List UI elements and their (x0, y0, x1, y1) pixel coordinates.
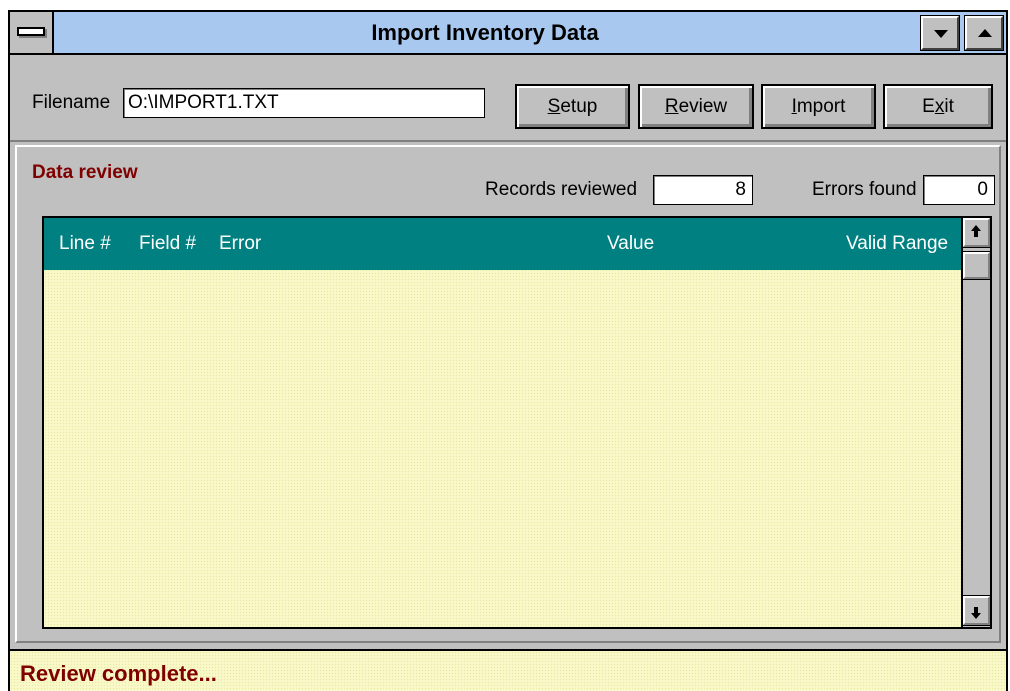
title-bar: Import Inventory Data (10, 12, 1006, 55)
review-mnemonic: R (664, 96, 679, 117)
exit-button[interactable]: Exit (883, 84, 993, 129)
errors-found-value: 0 (923, 175, 995, 205)
scroll-down-button[interactable] (962, 595, 991, 626)
toolbar: Filename Setup Review Import Exit (10, 57, 1006, 142)
maximize-button[interactable] (964, 15, 1004, 51)
review-table[interactable]: Line # Field # Error Value Valid Range (42, 216, 992, 629)
filename-input[interactable] (123, 88, 485, 118)
review-button[interactable]: Review (638, 84, 754, 129)
vertical-scrollbar[interactable] (961, 217, 991, 627)
scroll-up-button[interactable] (962, 217, 991, 248)
column-header-value[interactable]: Value (607, 233, 654, 255)
records-reviewed-value: 8 (653, 175, 753, 205)
column-header-field[interactable]: Field # (139, 233, 196, 255)
records-reviewed-label: Records reviewed (485, 179, 638, 200)
review-label: eview (678, 96, 728, 117)
scroll-thumb[interactable] (962, 251, 991, 280)
setup-mnemonic: S (547, 96, 561, 117)
setup-label: etup (560, 96, 598, 117)
column-header-error[interactable]: Error (219, 233, 261, 255)
import-button[interactable]: Import (761, 84, 876, 129)
status-message: Review complete... (20, 661, 217, 686)
column-header-valid-range[interactable]: Valid Range (846, 233, 948, 255)
column-header-line[interactable]: Line # (59, 233, 111, 255)
import-inventory-window: Import Inventory Data Filename Setup Rev… (8, 10, 1008, 691)
exit-prefix: E (922, 96, 935, 117)
filename-label: Filename (32, 92, 111, 113)
errors-found-label: Errors found (812, 179, 917, 200)
system-menu-icon (17, 27, 45, 36)
status-bar: Review complete... (10, 649, 1006, 691)
setup-button[interactable]: Setup (515, 84, 630, 129)
window-title: Import Inventory Data (371, 20, 599, 45)
minimize-button[interactable] (920, 15, 960, 51)
arrow-down-icon (971, 607, 981, 619)
data-review-group: Data review Records reviewed 8 Errors fo… (15, 145, 1001, 643)
system-menu-button[interactable] (10, 12, 54, 53)
maximize-icon (978, 29, 992, 37)
exit-label: it (944, 96, 954, 117)
exit-mnemonic: x (934, 96, 945, 117)
data-review-title: Data review (32, 162, 138, 183)
arrow-up-icon (971, 225, 981, 237)
minimize-icon (934, 30, 948, 38)
import-label: mport (796, 96, 846, 117)
table-header: Line # Field # Error Value Valid Range (44, 218, 961, 270)
